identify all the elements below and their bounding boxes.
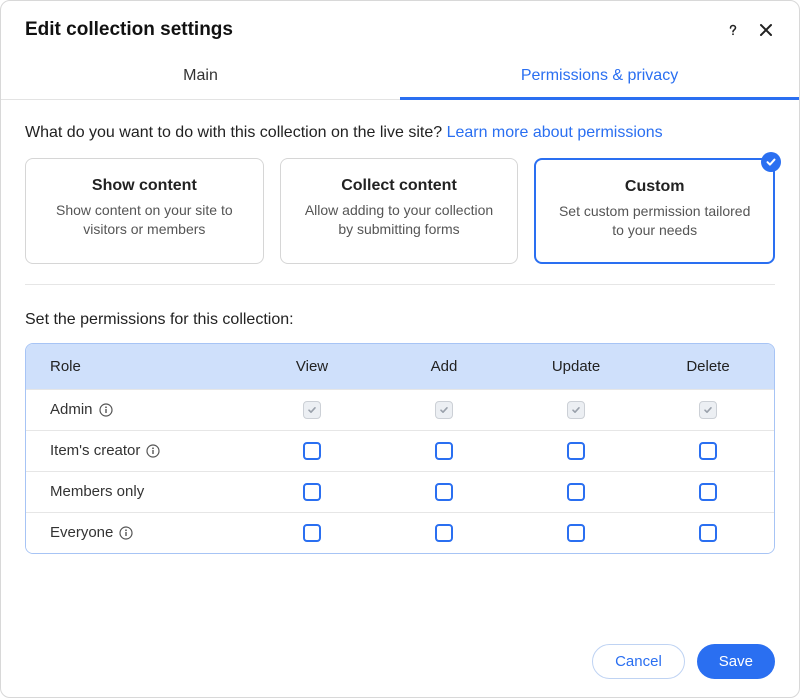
tabs: Main Permissions & privacy (1, 53, 799, 100)
divider (25, 284, 775, 285)
dialog-title: Edit collection settings (25, 19, 233, 41)
card-title: Collect content (297, 177, 502, 195)
cancel-button[interactable]: Cancel (592, 644, 685, 679)
card-collect-content[interactable]: Collect content Allow adding to your col… (280, 158, 519, 264)
checkbox-members-add[interactable] (435, 483, 453, 501)
tab-permissions[interactable]: Permissions & privacy (400, 53, 799, 99)
header-role: Role (26, 358, 246, 375)
role-text: Members only (50, 483, 144, 500)
card-custom[interactable]: Custom Set custom permission tailored to… (534, 158, 775, 264)
learn-more-link[interactable]: Learn more about permissions (447, 124, 663, 141)
role-label: Members only (26, 483, 246, 500)
question-row: What do you want to do with this collect… (25, 124, 775, 142)
table-row-members: Members only (26, 471, 774, 512)
checkbox-creator-delete[interactable] (699, 442, 717, 460)
header-view: View (246, 358, 378, 375)
info-icon[interactable] (146, 444, 160, 458)
checkbox-everyone-update[interactable] (567, 524, 585, 542)
role-label: Everyone (26, 524, 246, 541)
permissions-table: Role View Add Update Delete Admin (25, 343, 775, 554)
role-label: Item's creator (26, 442, 246, 459)
save-button[interactable]: Save (697, 644, 775, 679)
checkbox-creator-view[interactable] (303, 442, 321, 460)
checkbox-admin-add (435, 401, 453, 419)
card-show-content[interactable]: Show content Show content on your site t… (25, 158, 264, 264)
info-icon[interactable] (99, 403, 113, 417)
checkbox-admin-update (567, 401, 585, 419)
selected-badge-icon (761, 152, 781, 172)
table-row-creator: Item's creator (26, 430, 774, 471)
role-text: Admin (50, 401, 93, 418)
table-row-everyone: Everyone (26, 512, 774, 553)
role-text: Item's creator (50, 442, 140, 459)
checkbox-members-delete[interactable] (699, 483, 717, 501)
header-update: Update (510, 358, 642, 375)
role-text: Everyone (50, 524, 113, 541)
section-label: Set the permissions for this collection: (25, 311, 775, 329)
card-title: Show content (42, 177, 247, 195)
role-label: Admin (26, 401, 246, 418)
card-title: Custom (552, 178, 757, 196)
checkbox-admin-delete (699, 401, 717, 419)
table-header: Role View Add Update Delete (26, 344, 774, 389)
card-desc: Set custom permission tailored to your n… (552, 202, 757, 240)
tab-main[interactable]: Main (1, 53, 400, 99)
dialog-footer: Cancel Save (1, 626, 799, 697)
header-add: Add (378, 358, 510, 375)
checkbox-everyone-add[interactable] (435, 524, 453, 542)
dialog: Edit collection settings Main Permission… (0, 0, 800, 698)
checkbox-admin-view (303, 401, 321, 419)
card-desc: Show content on your site to visitors or… (42, 201, 247, 239)
info-icon[interactable] (119, 526, 133, 540)
checkbox-members-view[interactable] (303, 483, 321, 501)
card-desc: Allow adding to your collection by submi… (297, 201, 502, 239)
help-icon[interactable] (725, 22, 741, 38)
close-icon[interactable] (757, 21, 775, 39)
checkbox-everyone-view[interactable] (303, 524, 321, 542)
option-cards: Show content Show content on your site t… (25, 158, 775, 264)
checkbox-creator-add[interactable] (435, 442, 453, 460)
content: What do you want to do with this collect… (1, 100, 799, 626)
dialog-header: Edit collection settings (1, 1, 799, 53)
checkbox-creator-update[interactable] (567, 442, 585, 460)
checkbox-members-update[interactable] (567, 483, 585, 501)
checkbox-everyone-delete[interactable] (699, 524, 717, 542)
header-delete: Delete (642, 358, 774, 375)
question-text: What do you want to do with this collect… (25, 124, 447, 141)
header-actions (725, 21, 775, 39)
table-row-admin: Admin (26, 389, 774, 430)
